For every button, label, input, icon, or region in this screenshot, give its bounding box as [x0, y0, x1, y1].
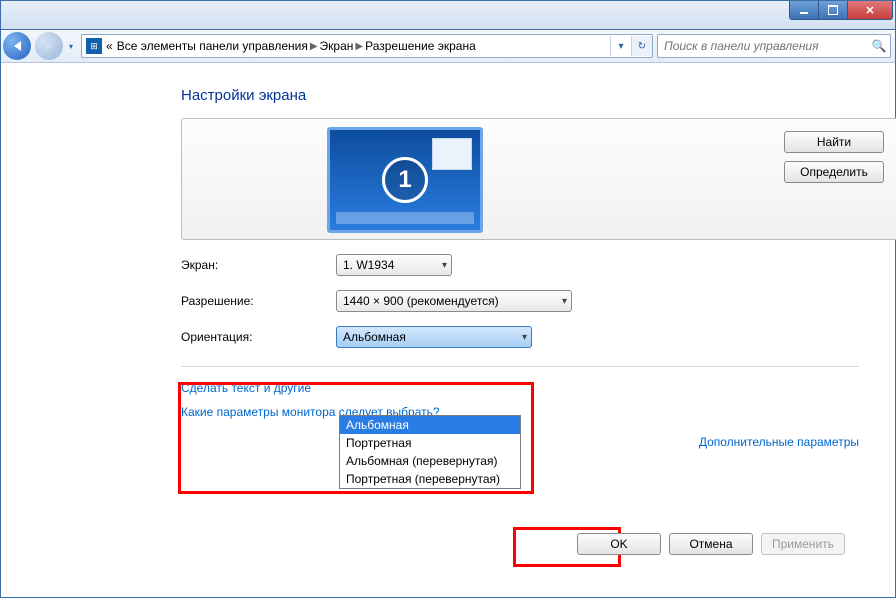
apply-button: Применить — [761, 533, 845, 555]
orientation-label: Ориентация: — [181, 330, 336, 344]
forward-button[interactable] — [35, 32, 63, 60]
orientation-option[interactable]: Портретная — [340, 434, 520, 452]
search-icon[interactable]: 🔍 — [868, 35, 890, 57]
detect-button[interactable]: Определить — [784, 161, 884, 183]
monitor-preview[interactable]: 1 — [327, 127, 483, 233]
titlebar: ✕ — [1, 1, 895, 30]
breadcrumb-item[interactable]: Экран — [320, 39, 354, 53]
navbar: ▾ ⊞ « Все элементы панели управления ▶ Э… — [1, 30, 895, 63]
breadcrumb-item[interactable]: Разрешение экрана — [365, 39, 476, 53]
ok-button[interactable]: OK — [577, 533, 661, 555]
orientation-option[interactable]: Альбомная — [340, 416, 520, 434]
screen-label: Экран: — [181, 258, 336, 272]
orientation-value: Альбомная — [343, 330, 406, 344]
orientation-option[interactable]: Портретная (перевернутая) — [340, 470, 520, 488]
text-size-link[interactable]: Сделать текст и другие — [181, 381, 875, 395]
resolution-select[interactable]: 1440 × 900 (рекомендуется) — [336, 290, 572, 312]
orientation-dropdown: Альбомная Портретная Альбомная (переверн… — [339, 415, 521, 489]
help-link[interactable]: Какие параметры монитора следует выбрать… — [181, 405, 875, 419]
page-title: Настройки экрана — [181, 87, 875, 104]
display-preview-panel: 1 Найти Определить — [181, 118, 896, 240]
arrow-left-icon — [14, 41, 21, 51]
refresh-button[interactable]: ↻ — [631, 36, 652, 56]
control-panel-icon: ⊞ — [86, 38, 102, 54]
taskbar-icon — [336, 212, 474, 224]
search-input[interactable] — [658, 39, 868, 53]
back-button[interactable] — [3, 32, 31, 60]
chevron-right-icon: ▶ — [355, 41, 363, 52]
find-button[interactable]: Найти — [784, 131, 884, 153]
chevron-right-icon: ▶ — [310, 41, 318, 52]
advanced-settings-link[interactable]: Дополнительные параметры — [699, 435, 859, 449]
address-dropdown-icon[interactable]: ▾ — [610, 36, 631, 56]
breadcrumb-item[interactable]: Все элементы панели управления — [117, 39, 308, 53]
cancel-button[interactable]: Отмена — [669, 533, 753, 555]
separator — [181, 366, 859, 367]
address-bar[interactable]: ⊞ « Все элементы панели управления ▶ Экр… — [81, 34, 653, 58]
screen-value: 1. W1934 — [343, 258, 394, 272]
resolution-label: Разрешение: — [181, 294, 336, 308]
resolution-value: 1440 × 900 (рекомендуется) — [343, 294, 499, 308]
close-button[interactable]: ✕ — [847, 1, 893, 20]
minimize-button[interactable] — [789, 1, 819, 20]
arrow-right-icon — [46, 41, 53, 51]
search-box[interactable]: 🔍 — [657, 34, 891, 58]
monitor-number: 1 — [382, 157, 428, 203]
screen-select[interactable]: 1. W1934 — [336, 254, 452, 276]
maximize-button[interactable] — [818, 1, 848, 20]
orientation-select[interactable]: Альбомная — [336, 326, 532, 348]
orientation-option[interactable]: Альбомная (перевернутая) — [340, 452, 520, 470]
breadcrumb-prefix: « — [106, 39, 113, 53]
history-dropdown-icon[interactable]: ▾ — [69, 42, 73, 51]
window-icon — [432, 138, 472, 170]
